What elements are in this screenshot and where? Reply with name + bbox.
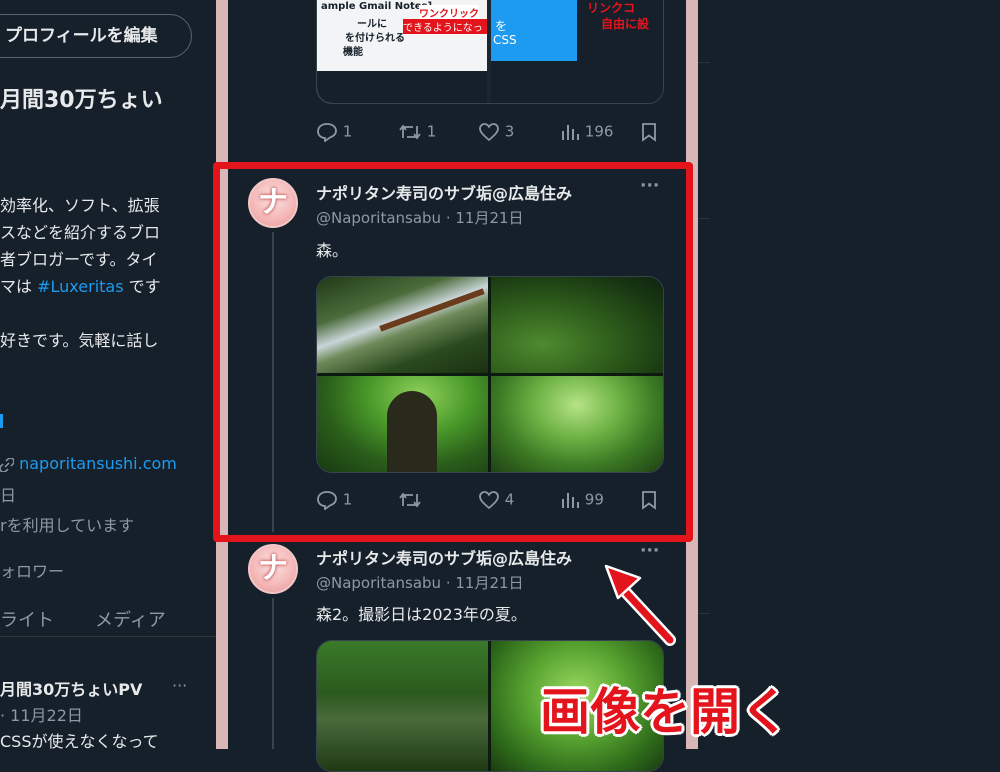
bio-line-5: 好きです。気軽に話し bbox=[0, 331, 159, 350]
reply-count: 1 bbox=[342, 122, 353, 141]
edit-profile-button[interactable]: プロフィールを編集 bbox=[0, 14, 192, 58]
profile-column: プロフィールを編集 月間30万ちょい 効率化、ソフト、拡張 スなどを紹介するブロ… bbox=[0, 0, 218, 749]
followers-link[interactable]: ォロワー bbox=[0, 558, 64, 582]
using-text: rを利用しています bbox=[0, 516, 135, 535]
thumb-footer bbox=[317, 71, 487, 103]
hashtag-link[interactable]: #Luxeritas bbox=[37, 277, 123, 296]
link-fragment-icon bbox=[0, 414, 3, 428]
thumb-text: ールに bbox=[357, 19, 387, 30]
retweet-icon bbox=[399, 124, 421, 140]
bio-line-1: 効率化、ソフト、拡張 bbox=[0, 196, 160, 215]
arrow-icon bbox=[604, 564, 676, 646]
website-row: naporitansushi.com bbox=[0, 454, 177, 473]
views-count: 196 bbox=[584, 122, 614, 141]
right-divider-1 bbox=[698, 62, 710, 63]
thread-line bbox=[272, 598, 274, 749]
author-name[interactable]: ナポリタン寿司のサブ垢@広島住み bbox=[316, 545, 632, 569]
thumb-text: ample Gmail Notes] bbox=[321, 1, 433, 12]
post-date[interactable]: · 11月22日 bbox=[0, 702, 83, 726]
retweet-count: 1 bbox=[426, 122, 437, 141]
tweet-text: 森2。撮影日は2023年の夏。 bbox=[316, 605, 527, 624]
thumb-callout: できるようになっ bbox=[403, 19, 487, 34]
like-button[interactable]: 3 bbox=[478, 122, 514, 142]
open-image-callout: 画像を開く bbox=[540, 683, 790, 741]
bio-line-2: スなどを紹介するブロ bbox=[0, 223, 161, 242]
bio-line-4: マは #Luxeritas です bbox=[0, 273, 161, 300]
views-icon bbox=[562, 125, 579, 140]
heart-icon bbox=[479, 123, 499, 142]
bookmark-button[interactable] bbox=[640, 122, 658, 142]
bookmark-icon bbox=[642, 123, 656, 142]
avatar-char: ナ bbox=[258, 551, 288, 586]
post-more-button[interactable]: ··· bbox=[172, 676, 187, 695]
screenshot-thumb-2: を CSS リンクコ 自由に設 bbox=[491, 0, 663, 103]
tab-media[interactable]: メディア bbox=[95, 606, 166, 632]
views-button[interactable]: 196 bbox=[560, 122, 613, 142]
post-text: CSSが使えなくなって bbox=[0, 732, 159, 749]
retweet-button[interactable]: 1 bbox=[398, 122, 436, 142]
highlight-frame bbox=[213, 162, 693, 542]
website-link[interactable]: naporitansushi.com bbox=[19, 454, 177, 473]
forest-photo-1[interactable] bbox=[317, 641, 488, 771]
screenshot-thumb-1: ample Gmail Notes] ールに を付けられる 機能 ワンクリック … bbox=[317, 0, 487, 103]
bio-text-suffix: です bbox=[128, 277, 161, 296]
reply-icon bbox=[317, 123, 337, 143]
thumb-text: CSS bbox=[493, 33, 517, 47]
thumb-text: を bbox=[495, 19, 508, 33]
author-handle-date[interactable]: @Naporitansabu · 11月21日 bbox=[316, 572, 524, 593]
profile-name: 月間30万ちょい bbox=[0, 88, 163, 113]
thumb-blue-block: を CSS bbox=[491, 0, 577, 61]
bio-line-3: 者ブロガーです。タイ bbox=[0, 250, 158, 269]
avatar[interactable]: ナ bbox=[248, 544, 298, 594]
bio-text: マは bbox=[0, 277, 33, 296]
thumb-callout: リンクコ bbox=[587, 1, 636, 15]
top-tweet-media[interactable]: ample Gmail Notes] ールに を付けられる 機能 ワンクリック … bbox=[316, 0, 664, 104]
post-author-name[interactable]: 月間30万ちょいPV bbox=[0, 676, 142, 700]
thumb-callout: 自由に設 bbox=[601, 17, 650, 31]
right-column bbox=[698, 0, 1000, 749]
thumb-text: 機能 bbox=[343, 47, 363, 58]
like-count: 3 bbox=[504, 122, 515, 141]
joined-date: 日 bbox=[0, 486, 17, 505]
thumb-callout: ワンクリック bbox=[419, 5, 479, 20]
right-divider-3 bbox=[698, 613, 710, 614]
tab-highlights[interactable]: ライト bbox=[0, 606, 54, 632]
reply-button[interactable]: 1 bbox=[316, 122, 353, 143]
right-divider-2 bbox=[698, 218, 710, 219]
tabs-divider bbox=[0, 636, 218, 637]
link-icon bbox=[0, 456, 15, 473]
thumb-text: を付けられる bbox=[345, 33, 405, 44]
